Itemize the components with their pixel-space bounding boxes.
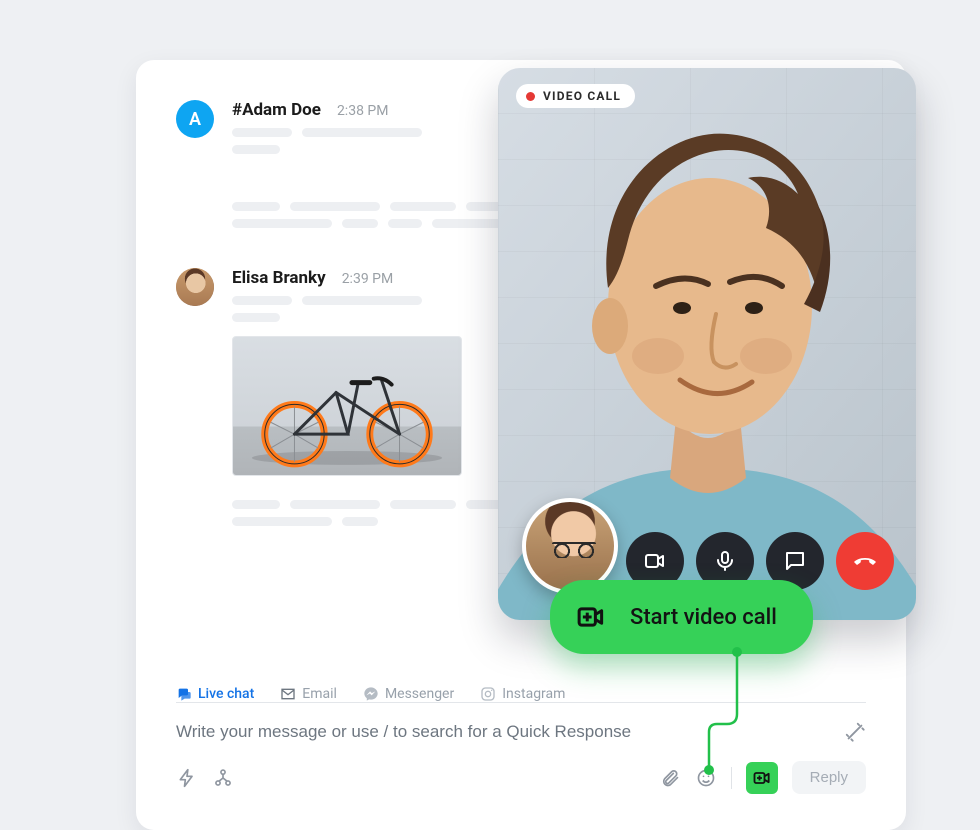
tab-email[interactable]: Email <box>280 686 337 702</box>
avatar-elisa <box>176 268 214 306</box>
sender-name: #Adam Doe <box>232 100 321 120</box>
composer: Reply <box>176 702 866 794</box>
sender-name: Elisa Branky <box>232 268 326 288</box>
video-plus-icon <box>574 600 608 634</box>
email-icon <box>280 686 296 702</box>
video-call-window: VIDEO CALL <box>498 68 916 620</box>
message-input[interactable] <box>176 722 844 742</box>
end-call-button[interactable] <box>836 532 894 590</box>
recording-indicator-icon <box>526 92 535 101</box>
lightning-icon[interactable] <box>176 767 198 789</box>
tab-messenger[interactable]: Messenger <box>363 686 454 702</box>
video-call-badge: VIDEO CALL <box>516 84 635 108</box>
messenger-icon <box>363 686 379 702</box>
avatar-adam: A <box>176 100 214 138</box>
tab-label: Live chat <box>198 686 254 702</box>
start-video-call-label: Start video call <box>630 605 777 630</box>
tab-label: Messenger <box>385 686 454 702</box>
reply-button[interactable]: Reply <box>792 761 866 794</box>
start-video-call-icon-button[interactable] <box>746 762 778 794</box>
chat-bubbles-icon <box>176 686 192 702</box>
attachment-image[interactable] <box>232 336 462 476</box>
start-video-call-button[interactable]: Start video call <box>550 580 813 654</box>
magic-wand-icon[interactable] <box>844 721 866 743</box>
tab-label: Email <box>302 686 337 702</box>
badge-label: VIDEO CALL <box>543 89 621 103</box>
message-time: 2:38 PM <box>337 103 389 119</box>
tab-label: Instagram <box>502 686 565 702</box>
workflow-icon[interactable] <box>212 767 234 789</box>
channel-tabs: Live chat Email Messenger Instagram <box>176 686 565 702</box>
emoji-icon[interactable] <box>695 767 717 789</box>
message-time: 2:39 PM <box>342 271 394 287</box>
instagram-icon <box>480 686 496 702</box>
tab-instagram[interactable]: Instagram <box>480 686 565 702</box>
tab-live-chat[interactable]: Live chat <box>176 686 254 702</box>
divider <box>731 767 732 789</box>
attachment-icon[interactable] <box>659 767 681 789</box>
